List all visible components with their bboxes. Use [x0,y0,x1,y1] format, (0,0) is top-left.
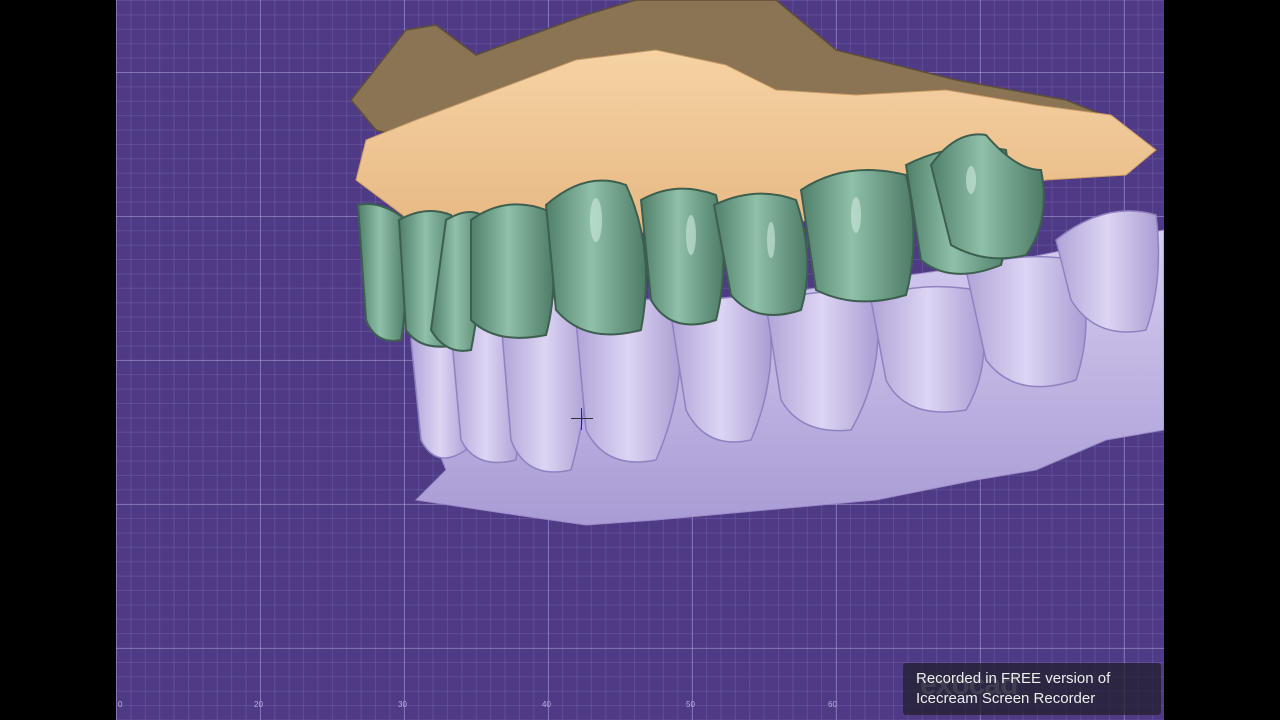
watermark-line-2: Icecream Screen Recorder [916,690,1096,707]
scale-label-50: 50 [686,700,695,709]
scale-label-40: 40 [542,700,551,709]
watermark-line-1: Recorded in FREE version of [916,670,1111,687]
recorder-watermark: Recorded in FREE version of Icecream Scr… [903,663,1161,715]
scale-label-30: 30 [398,700,407,709]
crosshair-icon [571,408,593,430]
scale-label-0: 0 [118,700,123,709]
letterbox-right [1164,0,1280,720]
scale-label-20: 20 [254,700,263,709]
dental-model[interactable] [116,0,1164,720]
3d-viewport[interactable]: 0 20 30 40 50 60 [116,0,1164,720]
scale-label-60: 60 [828,700,837,709]
letterbox-left [0,0,116,720]
